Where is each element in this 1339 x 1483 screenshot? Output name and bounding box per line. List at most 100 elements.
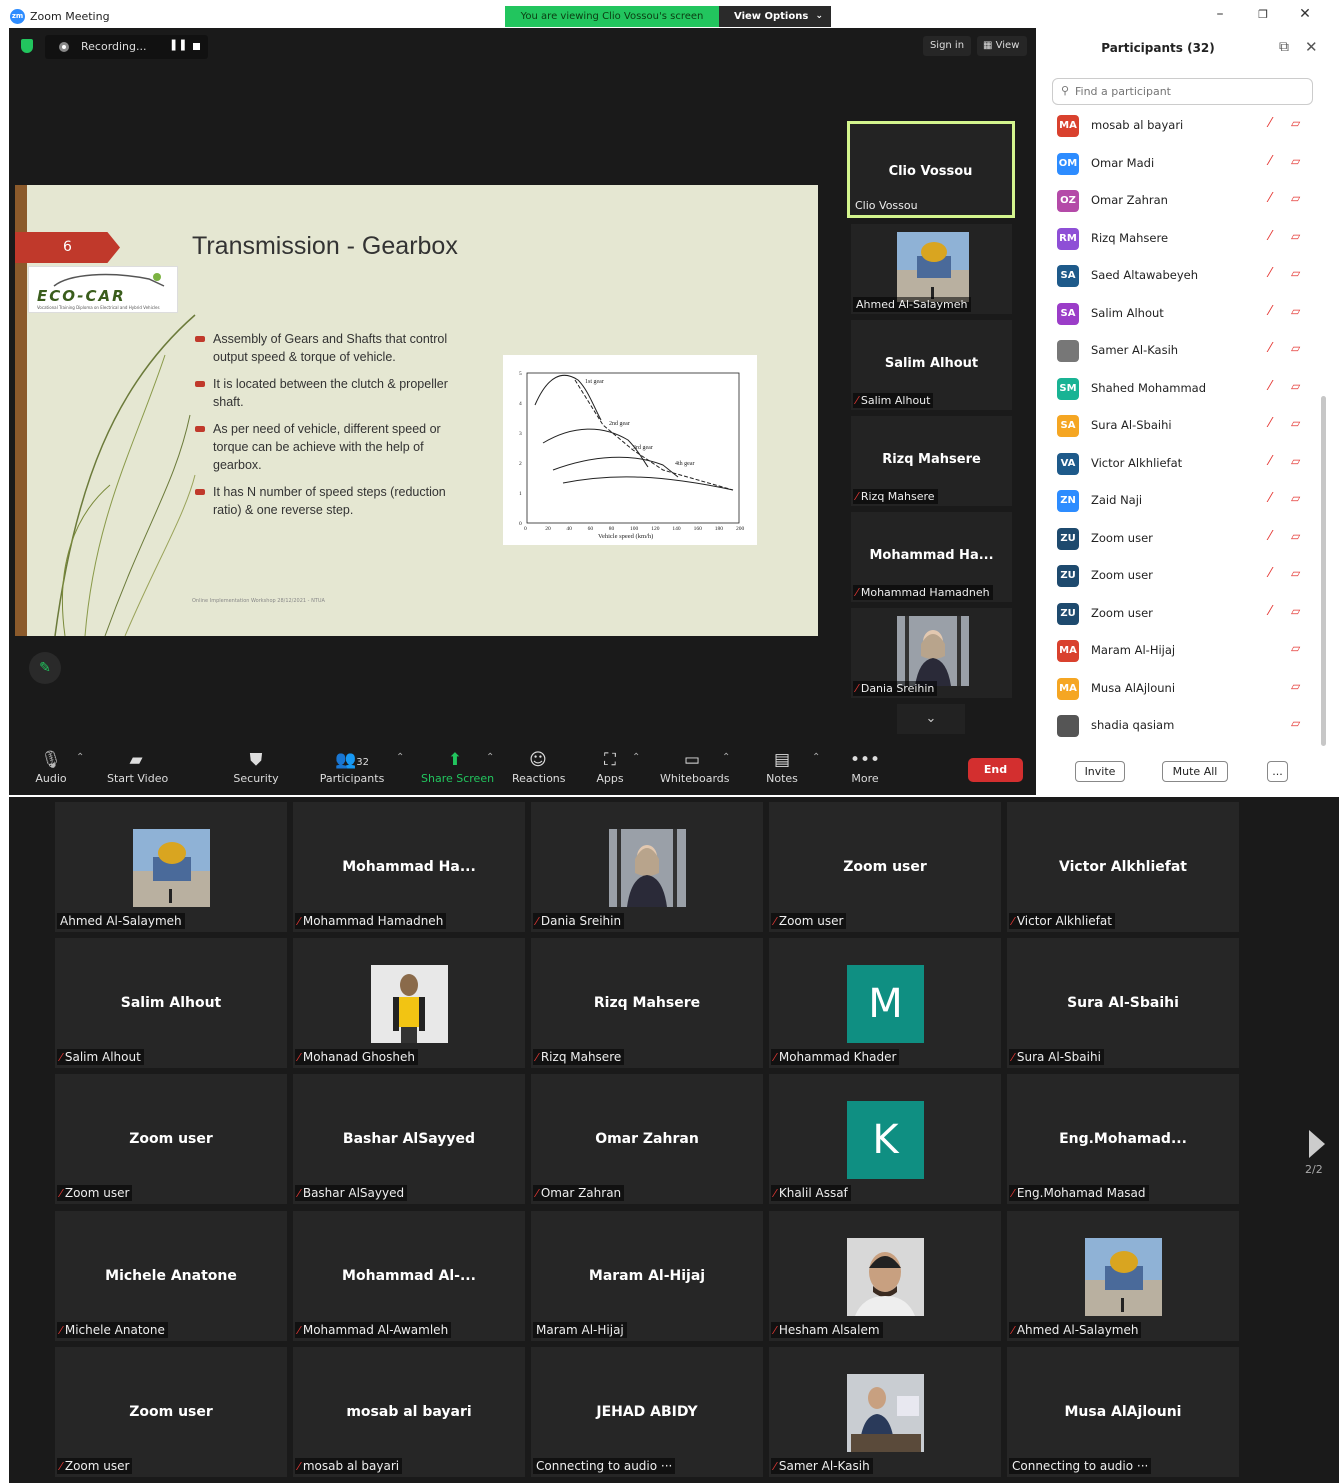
apps-button[interactable]: ⛶ Apps	[595, 748, 625, 785]
gallery-tile[interactable]: JEHAD ABIDY Connecting to audio ···	[531, 1347, 763, 1477]
stop-recording-icon[interactable]	[193, 43, 200, 50]
reactions-button[interactable]: ☺ Reactions	[512, 748, 566, 785]
notes-caret-icon[interactable]: ⌃	[812, 752, 820, 763]
mic-muted-icon[interactable]: ⁄	[1269, 529, 1271, 544]
more-button[interactable]: ••• More	[849, 748, 881, 785]
participant-row[interactable]: OM Omar Madi ⁄ ▱	[1052, 146, 1310, 182]
participant-search[interactable]: ⚲	[1052, 78, 1313, 105]
participants-caret-icon[interactable]: ⌃	[396, 752, 404, 763]
apps-caret-icon[interactable]: ⌃	[632, 752, 640, 763]
gallery-tile[interactable]: Bashar AlSayyed ⁄ Bashar AlSayyed	[293, 1074, 525, 1204]
video-off-icon[interactable]: ▱	[1291, 641, 1300, 655]
view-options-button[interactable]: View Options ⌄	[719, 6, 831, 27]
participant-row[interactable]: Samer Al-Kasih ⁄ ▱	[1052, 333, 1310, 369]
gallery-tile[interactable]: Mohammad Al-... ⁄ Mohammad Al-Awamleh	[293, 1211, 525, 1341]
video-off-icon[interactable]: ▱	[1291, 454, 1300, 468]
mic-muted-icon[interactable]: ⁄	[1269, 304, 1271, 319]
mic-muted-icon[interactable]: ⁄	[1269, 379, 1271, 394]
participant-row[interactable]: ZU Zoom user ⁄ ▱	[1052, 521, 1310, 557]
scroll-down-button[interactable]: ⌄	[897, 704, 965, 734]
mic-muted-icon[interactable]: ⁄	[1269, 154, 1271, 169]
mic-muted-icon[interactable]: ⁄	[1269, 229, 1271, 244]
participant-row[interactable]: OZ Omar Zahran ⁄ ▱	[1052, 183, 1310, 219]
mic-muted-icon[interactable]: ⁄	[1269, 341, 1271, 356]
minimize-icon[interactable]: –	[1210, 6, 1230, 22]
gallery-tile[interactable]: Salim Alhout ⁄ Salim Alhout	[55, 938, 287, 1068]
participant-row[interactable]: shadia qasiam ▱	[1052, 708, 1310, 744]
gallery-tile[interactable]: Musa AlAjlouni Connecting to audio ···	[1007, 1347, 1239, 1477]
whiteboards-caret-icon[interactable]: ⌃	[722, 752, 730, 763]
pause-recording-icon[interactable]: ❚❚	[169, 38, 187, 51]
gallery-tile[interactable]: Zoom user ⁄ Zoom user	[769, 802, 1001, 932]
gallery-tile[interactable]: Eng.Mohamad... ⁄ Eng.Mohamad Masad	[1007, 1074, 1239, 1204]
participant-row[interactable]: ZN Zaid Naji ⁄ ▱	[1052, 483, 1310, 519]
gallery-tile[interactable]: ⁄ Ahmed Al-Salaymeh	[1007, 1211, 1239, 1341]
gallery-tile[interactable]: Victor Alkhliefat ⁄ Victor Alkhliefat	[1007, 802, 1239, 932]
video-off-icon[interactable]: ▱	[1291, 304, 1300, 318]
video-tile[interactable]: Rizq Mahsere ⁄ Rizq Mahsere	[851, 416, 1012, 506]
start-video-button[interactable]: ▰ Start Video	[107, 748, 168, 785]
gallery-tile[interactable]: Maram Al-Hijaj Maram Al-Hijaj	[531, 1211, 763, 1341]
gallery-tile[interactable]: Zoom user ⁄ Zoom user	[55, 1074, 287, 1204]
end-meeting-button[interactable]: End	[968, 758, 1023, 782]
participant-row[interactable]: MA mosab al bayari ⁄ ▱	[1052, 108, 1310, 144]
gallery-tile[interactable]: Zoom user ⁄ Zoom user	[55, 1347, 287, 1477]
gallery-tile[interactable]: ⁄ Dania Sreihin	[531, 802, 763, 932]
video-off-icon[interactable]: ▱	[1291, 229, 1300, 243]
close-window-icon[interactable]: ✕	[1295, 6, 1315, 22]
gallery-tile[interactable]: Ahmed Al-Salaymeh	[55, 802, 287, 932]
gallery-tile[interactable]: Michele Anatone ⁄ Michele Anatone	[55, 1211, 287, 1341]
participants-button[interactable]: 👥32 Participants	[319, 748, 385, 785]
view-button[interactable]: ▦ View	[977, 36, 1027, 56]
participant-row[interactable]: VA Victor Alkhliefat ⁄ ▱	[1052, 446, 1310, 482]
mic-muted-icon[interactable]: ⁄	[1269, 191, 1271, 206]
share-caret-icon[interactable]: ⌃	[486, 752, 494, 763]
mic-muted-icon[interactable]: ⁄	[1269, 491, 1271, 506]
video-off-icon[interactable]: ▱	[1291, 266, 1300, 280]
video-off-icon[interactable]: ▱	[1291, 379, 1300, 393]
gallery-tile[interactable]: Mohammad Ha... ⁄ Mohammad Hamadneh	[293, 802, 525, 932]
video-off-icon[interactable]: ▱	[1291, 716, 1300, 730]
annotate-pencil-icon[interactable]: ✎	[29, 652, 61, 684]
sign-in-button[interactable]: Sign in	[923, 36, 971, 56]
next-page-arrow-icon[interactable]	[1309, 1130, 1325, 1158]
share-screen-button[interactable]: ⬆ Share Screen	[421, 748, 494, 785]
close-panel-icon[interactable]: ✕	[1305, 38, 1318, 56]
participant-row[interactable]: MA Musa AlAjlouni ▱	[1052, 671, 1310, 707]
video-off-icon[interactable]: ▱	[1291, 416, 1300, 430]
panel-more-button[interactable]: ...	[1267, 761, 1288, 782]
mic-muted-icon[interactable]: ⁄	[1269, 454, 1271, 469]
notes-button[interactable]: ▤ Notes	[765, 748, 799, 785]
gallery-tile[interactable]: ⁄ Hesham Alsalem	[769, 1211, 1001, 1341]
invite-button[interactable]: Invite	[1075, 761, 1125, 782]
video-tile-active[interactable]: Clio Vossou Clio Vossou	[847, 121, 1015, 218]
gallery-tile[interactable]: mosab al bayari ⁄ mosab al bayari	[293, 1347, 525, 1477]
video-tile[interactable]: Ahmed Al-Salaymeh	[851, 224, 1012, 314]
security-button[interactable]: ⛊ Security	[231, 748, 281, 785]
restore-icon[interactable]: ❐	[1253, 8, 1273, 21]
participant-row[interactable]: MA Maram Al-Hijaj ▱	[1052, 633, 1310, 669]
panel-scrollbar[interactable]	[1321, 396, 1326, 746]
video-tile[interactable]: ⁄ Dania Sreihin	[851, 608, 1012, 698]
participant-row[interactable]: SA Salim Alhout ⁄ ▱	[1052, 296, 1310, 332]
audio-button[interactable]: 🎙 Audio	[34, 748, 68, 785]
mic-muted-icon[interactable]: ⁄	[1269, 416, 1271, 431]
pop-out-icon[interactable]: ⧉	[1279, 39, 1289, 55]
video-tile[interactable]: Mohammad Ha... ⁄ Mohammad Hamadneh	[851, 512, 1012, 602]
gallery-tile[interactable]: ⁄ Mohanad Ghosheh	[293, 938, 525, 1068]
video-off-icon[interactable]: ▱	[1291, 191, 1300, 205]
whiteboards-button[interactable]: ▭ Whiteboards	[660, 748, 729, 785]
gallery-tile[interactable]: Rizq Mahsere ⁄ Rizq Mahsere	[531, 938, 763, 1068]
encryption-shield-icon[interactable]	[21, 39, 33, 53]
gallery-tile[interactable]: Sura Al-Sbaihi ⁄ Sura Al-Sbaihi	[1007, 938, 1239, 1068]
participant-search-input[interactable]	[1075, 82, 1305, 101]
mic-muted-icon[interactable]: ⁄	[1269, 266, 1271, 281]
video-off-icon[interactable]: ▱	[1291, 341, 1300, 355]
audio-caret-icon[interactable]: ⌃	[76, 752, 84, 763]
gallery-tile[interactable]: M ⁄ Mohammad Khader	[769, 938, 1001, 1068]
participant-row[interactable]: SA Saed Altawabeyeh ⁄ ▱	[1052, 258, 1310, 294]
mute-all-button[interactable]: Mute All	[1162, 761, 1228, 782]
video-off-icon[interactable]: ▱	[1291, 116, 1300, 130]
video-off-icon[interactable]: ▱	[1291, 529, 1300, 543]
video-off-icon[interactable]: ▱	[1291, 604, 1300, 618]
